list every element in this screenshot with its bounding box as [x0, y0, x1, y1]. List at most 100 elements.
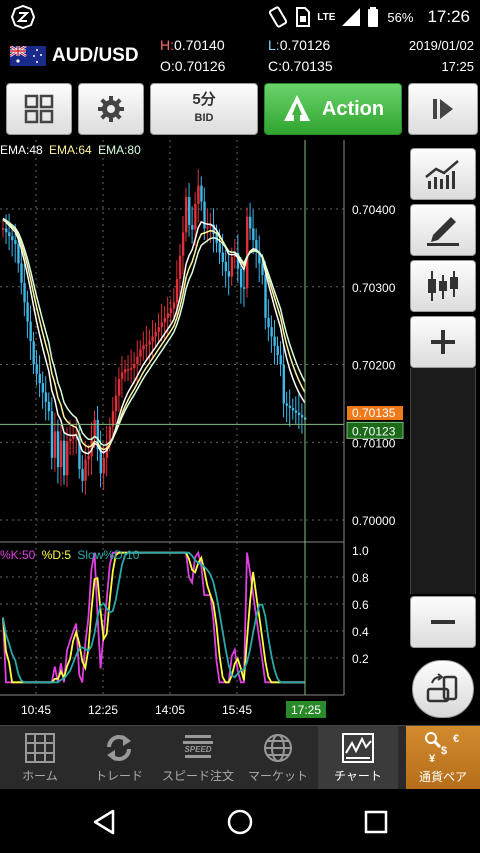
svg-text:SPEED: SPEED [184, 745, 211, 754]
nav-currency-pair-label: 通貨ペア [418, 769, 467, 784]
high-price: H:0.70140 [160, 37, 225, 53]
chart-icon [342, 732, 374, 763]
arrow-up-icon [283, 95, 310, 121]
chart-sidebar [406, 140, 480, 725]
trade-arrows-icon [107, 734, 131, 761]
candle-body [294, 410, 298, 413]
slow-d-label: Slow%D:10 [77, 548, 140, 562]
k-label: %K:50 [0, 548, 36, 562]
drawing-tool-button[interactable] [410, 204, 476, 256]
action-button[interactable]: Action [264, 83, 402, 135]
minus-icon [431, 620, 455, 624]
candle-body [8, 232, 11, 237]
price-tick-label: 0.70300 [352, 281, 396, 295]
svg-text:¥: ¥ [429, 753, 436, 764]
nav-speed-order[interactable]: SPEED スピード注文 [158, 726, 238, 790]
candle-body [56, 431, 60, 468]
candle-body [264, 275, 267, 318]
candle-body [53, 431, 57, 458]
time-tick-label: 15:45 [222, 703, 252, 717]
candle-body [81, 469, 84, 481]
play-button[interactable] [408, 83, 478, 135]
candle-body [175, 278, 179, 303]
timeframe-button[interactable]: 5分 BID [150, 83, 258, 135]
candle-body [288, 405, 292, 409]
back-icon[interactable] [92, 809, 116, 835]
candle-body [218, 243, 221, 253]
nav-home[interactable]: ホーム [0, 726, 80, 790]
oscillator-legend: %K:50 %D:5 Slow%D:10 [0, 548, 139, 562]
battery-icon [368, 7, 379, 27]
candle-body [59, 440, 63, 468]
time-tick-label: 14:05 [155, 703, 185, 717]
currency-pair[interactable]: AUD/USD [52, 45, 139, 67]
app-notification-icon [10, 5, 36, 29]
rotate-screen-button[interactable] [412, 660, 474, 718]
system-navigation-bar [0, 789, 480, 853]
nav-market[interactable]: マーケット [238, 726, 318, 790]
candle-body [38, 373, 41, 384]
home-circle-icon[interactable] [227, 809, 253, 835]
ema-80-label: EMA:80 [98, 143, 141, 157]
candle-body [300, 415, 304, 418]
status-bar: LTE 56% 17:26 [0, 0, 480, 34]
candle-body [230, 257, 234, 277]
zoom-slider-track[interactable] [410, 368, 476, 594]
candle-body [20, 263, 23, 283]
candle-body [227, 271, 231, 277]
candle-body [63, 440, 66, 476]
chart-toolbar: 5分 BID Action [0, 80, 480, 140]
nav-currency-pair[interactable]: € $ ¥ 通貨ペア [406, 726, 480, 790]
sim-icon [296, 7, 311, 27]
line-chart-icon [425, 160, 459, 189]
candle-body [239, 268, 243, 288]
zoom-in-button[interactable] [410, 316, 476, 368]
nav-home-label: ホーム [22, 768, 58, 783]
candle-body [2, 228, 5, 230]
stochastic-line-1 [2, 551, 305, 684]
gear-icon [98, 96, 124, 122]
grid-layout-icon [24, 94, 54, 124]
osc-tick-label: 0.4 [352, 625, 369, 639]
candle-body [297, 412, 301, 416]
nav-speed-order-label: スピード注文 [161, 768, 234, 783]
candle-body [185, 197, 188, 233]
candle-body [127, 369, 130, 371]
candle-body [117, 378, 121, 396]
nav-chart[interactable]: チャート [318, 726, 398, 790]
layout-button[interactable] [6, 83, 72, 135]
candle-body [191, 225, 194, 230]
open-price: O:0.70126 [160, 58, 226, 74]
price-chart[interactable]: 0.704000.703000.702000.701000.700001.00.… [0, 140, 406, 725]
candle-body [136, 356, 139, 364]
indicator-button[interactable] [410, 260, 476, 312]
candle-body [139, 349, 142, 357]
candle-body [32, 341, 35, 365]
candle-body [160, 322, 163, 328]
nav-trade-label: トレード [94, 768, 143, 783]
recents-icon[interactable] [364, 810, 388, 834]
current-time-label: 17:25 [291, 703, 321, 717]
quote-time: 17:25 [441, 59, 474, 74]
zoom-out-button[interactable] [410, 596, 476, 648]
candle-body [194, 203, 197, 230]
candle-body [242, 287, 246, 289]
candle-body [267, 317, 270, 328]
candle-body [87, 456, 90, 460]
close-price: C:0.70135 [268, 58, 333, 74]
signal-icon [342, 8, 361, 26]
osc-tick-label: 0.6 [352, 598, 369, 612]
candle-body [169, 308, 173, 314]
price-tick-label: 0.70400 [352, 203, 396, 217]
pencil-icon [427, 217, 459, 246]
nav-trade[interactable]: トレード [80, 726, 158, 790]
network-type: LTE [317, 11, 336, 23]
candle-body [246, 216, 249, 289]
candle-body [133, 363, 136, 369]
candle-body [124, 369, 127, 373]
chart-area[interactable]: 0.70400 0.70300 0.70200 0.70100 0.70000 1.0 0.… [0, 140, 406, 725]
candlestick-icon [428, 271, 458, 301]
candle-body [249, 216, 252, 229]
settings-button[interactable] [78, 83, 144, 135]
chart-type-button[interactable] [410, 148, 476, 200]
